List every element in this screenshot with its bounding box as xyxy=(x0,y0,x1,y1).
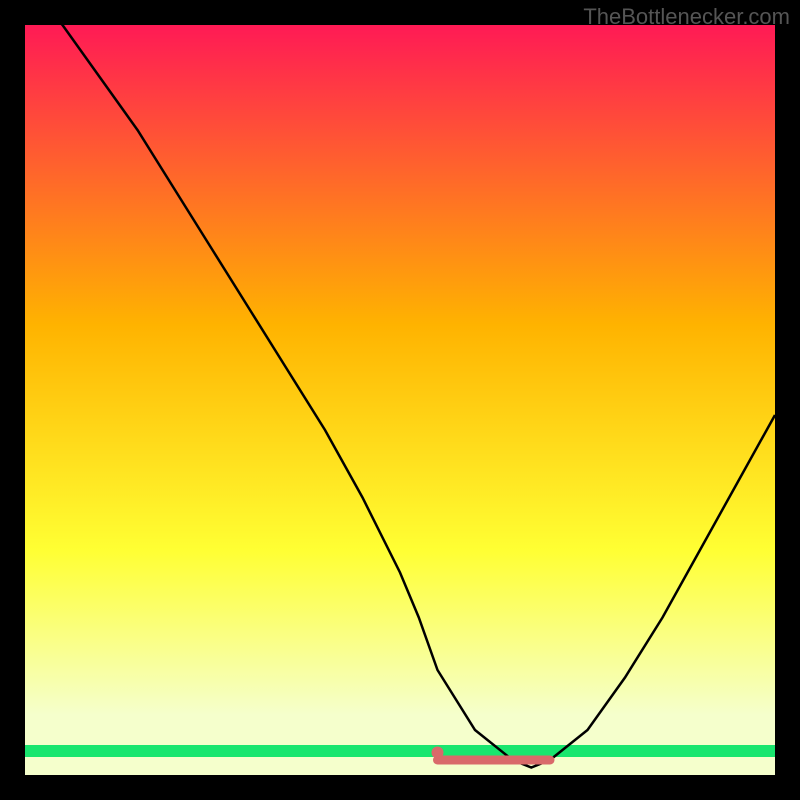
watermark-text: TheBottlenecker.com xyxy=(583,4,790,30)
gradient-background xyxy=(25,25,775,775)
plot-area xyxy=(25,25,775,775)
green-band xyxy=(25,745,775,757)
marker-dot xyxy=(432,747,444,759)
chart-svg xyxy=(25,25,775,775)
